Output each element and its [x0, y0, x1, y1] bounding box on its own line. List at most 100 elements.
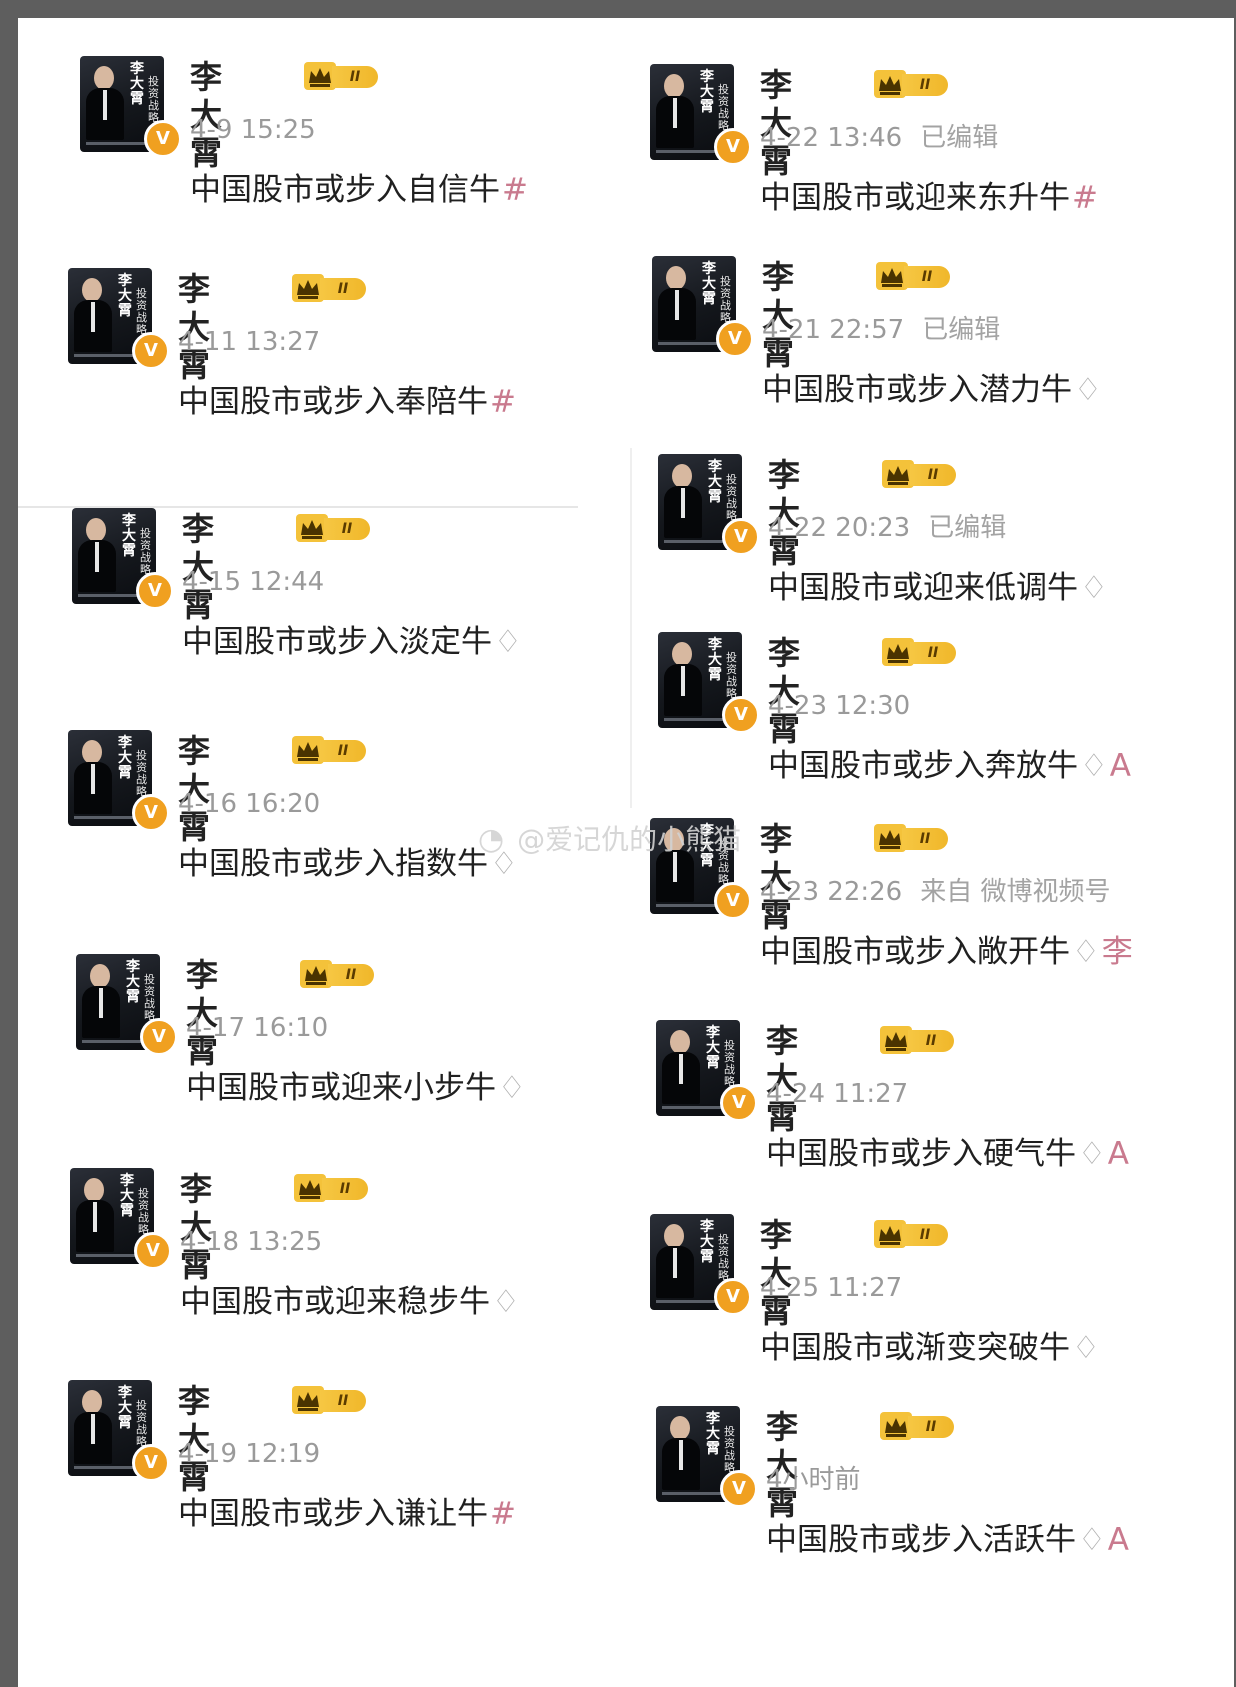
avatar-tie [91, 1414, 95, 1444]
level-badge: II [902, 1224, 948, 1246]
avatar-face [82, 740, 102, 764]
post-text[interactable]: 中国股市或步入潜力牛♢ [762, 370, 1104, 410]
verified-badge-icon: V [714, 1278, 752, 1316]
avatar-face [670, 1030, 690, 1054]
post-time[interactable]: 4-22 13:46 [760, 123, 902, 153]
diamond-icon: ♢ [1078, 1136, 1106, 1172]
avatar-tie [673, 1248, 677, 1278]
avatar-tie [91, 764, 95, 794]
post-meta-extra: 来自 微博视频号 [920, 877, 1111, 907]
post-text[interactable]: 中国股市或渐变突破牛♢ [760, 1328, 1102, 1368]
post-text[interactable]: 中国股市或迎来小步牛♢ [186, 1068, 528, 1108]
post-text[interactable]: 中国股市或迎来东升牛♢# [760, 178, 1098, 218]
post-text[interactable]: 中国股市或步入敞开牛♢李 [760, 932, 1133, 972]
avatar-book-title: 李大霄 [122, 513, 136, 559]
avatar-face [664, 1224, 684, 1248]
avatar-book-subtitle: 投资战略 [138, 1187, 149, 1236]
post-time[interactable]: 4-11 13:27 [178, 327, 320, 357]
post-time[interactable]: 4-22 20:23 [768, 513, 910, 543]
avatar-book-title: 李大霄 [708, 637, 722, 683]
avatar-book-title: 李大霄 [700, 69, 714, 115]
diamond-icon: ♢ [492, 1284, 520, 1320]
post-time[interactable]: 4-15 12:44 [182, 567, 324, 597]
post-meta: 4-9 15:25 [190, 114, 316, 146]
post-time[interactable]: 4小时前 [766, 1465, 861, 1495]
verified-badge-icon: V [722, 696, 760, 734]
avatar-book-subtitle: 投资战略 [718, 1233, 729, 1282]
avatar-face [82, 1390, 102, 1414]
verified-badge-icon: V [136, 572, 174, 610]
verified-badge-icon: V [716, 320, 754, 358]
level-badge: II [908, 1030, 954, 1052]
post-meta-extra: 已编辑 [922, 315, 1001, 345]
diamond-icon: ♢ [1072, 1330, 1100, 1366]
avatar-book-subtitle: 投资战略 [724, 1039, 735, 1088]
avatar-tie [679, 1440, 683, 1470]
section-divider [18, 506, 578, 508]
post-time[interactable]: 4-18 13:25 [180, 1227, 322, 1257]
post-text[interactable]: 中国股市或迎来低调牛♢ [768, 568, 1110, 608]
post-text[interactable]: 中国股市或步入谦让牛♢# [178, 1494, 516, 1534]
post-time[interactable]: 4-25 11:27 [760, 1273, 902, 1303]
diamond-icon: ♢ [498, 1070, 526, 1106]
post-content: 中国股市或步入硬气牛 [766, 1136, 1076, 1172]
avatar-tie [679, 1054, 683, 1084]
post-meta: 4-23 12:30 [768, 690, 910, 722]
post-content: 中国股市或迎来东升牛 [760, 180, 1070, 216]
verified-badge-icon: V [720, 1470, 758, 1508]
post-content: 中国股市或步入自信牛 [190, 172, 500, 208]
avatar-face [90, 964, 110, 988]
post-time[interactable]: 4-23 12:30 [768, 691, 910, 721]
verified-badge-icon: V [132, 332, 170, 370]
avatar-book-title: 李大霄 [700, 1219, 714, 1265]
post-text[interactable]: 中国股市或步入奔放牛♢A [768, 746, 1131, 786]
diamond-icon: ♢ [1080, 570, 1108, 606]
avatar-book-subtitle: 投资战略 [726, 651, 737, 700]
post-time[interactable]: 4-17 16:10 [186, 1013, 328, 1043]
verified-badge-icon: V [132, 794, 170, 832]
avatar-book-subtitle: 投资战略 [718, 83, 729, 132]
post-content: 中国股市或迎来小步牛 [186, 1070, 496, 1106]
level-badge: II [910, 464, 956, 486]
avatar-tie [95, 542, 99, 572]
post-meta: 4-23 22:26 来自 微博视频号 [760, 876, 1110, 908]
post-text[interactable]: 中国股市或步入指数牛♢ [178, 844, 520, 884]
avatar-book-title: 李大霄 [130, 61, 144, 107]
avatar-tie [681, 666, 685, 696]
verified-badge-icon: V [132, 1444, 170, 1482]
post-text[interactable]: 中国股市或步入自信牛♢# [190, 170, 528, 210]
post-text[interactable]: 中国股市或步入硬气牛♢A [766, 1134, 1129, 1174]
post-meta-extra: 已编辑 [920, 123, 999, 153]
verified-badge-icon: V [714, 882, 752, 920]
level-badge: II [910, 642, 956, 664]
post-suffix: # [490, 384, 516, 420]
post-time[interactable]: 4-23 22:26 [760, 877, 902, 907]
post-text[interactable]: 中国股市或步入活跃牛♢A [766, 1520, 1129, 1560]
post-time[interactable]: 4-19 12:19 [178, 1439, 320, 1469]
avatar-book-subtitle: 投资战略 [726, 473, 737, 522]
avatar-book-subtitle: 投资战略 [148, 75, 159, 124]
level-badge: II [902, 828, 948, 850]
level-badge: II [322, 1178, 368, 1200]
post-time[interactable]: 4-16 16:20 [178, 789, 320, 819]
watermark: ◔ @爱记仇的小熊猫 [478, 818, 741, 858]
avatar-book-title: 李大霄 [118, 735, 132, 781]
post-time[interactable]: 4-24 11:27 [766, 1079, 908, 1109]
post-content: 中国股市或步入活跃牛 [766, 1522, 1076, 1558]
post-text[interactable]: 中国股市或步入淡定牛♢ [182, 622, 524, 662]
post-meta: 4-24 11:27 [766, 1078, 908, 1110]
verified-badge-icon: V [714, 128, 752, 166]
post-time[interactable]: 4-9 15:25 [190, 115, 316, 145]
post-suffix: 李 [1101, 934, 1133, 970]
post-text[interactable]: 中国股市或步入奉陪牛♢# [178, 382, 516, 422]
diamond-icon: ♢ [1072, 934, 1100, 970]
post-text[interactable]: 中国股市或迎来稳步牛♢ [180, 1282, 522, 1322]
post-meta: 4-18 13:25 [180, 1226, 322, 1258]
post-content: 中国股市或步入敞开牛 [760, 934, 1070, 970]
screenshot-sheet: 李大霄 投资战略 V 李大霄 II 4-9 15:25 中国股市或步入自信牛♢#… [18, 18, 1234, 1687]
level-badge: II [324, 518, 370, 540]
avatar-book-title: 李大霄 [708, 459, 722, 505]
verified-badge-icon: V [720, 1084, 758, 1122]
post-time[interactable]: 4-21 22:57 [762, 315, 904, 345]
avatar-book-subtitle: 投资战略 [144, 973, 155, 1022]
